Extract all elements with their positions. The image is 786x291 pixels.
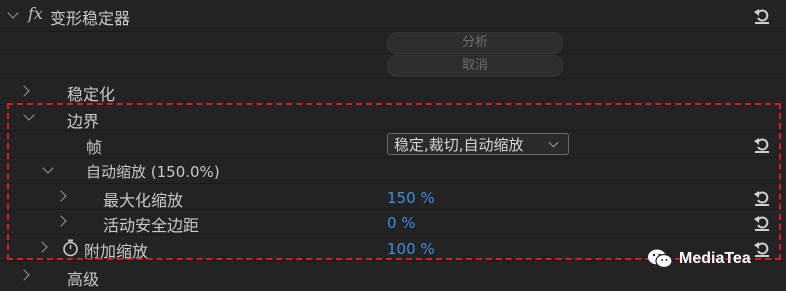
watermark: MediaTea <box>647 247 751 271</box>
borders-row[interactable]: 边界 <box>0 105 786 131</box>
additional-scale-value[interactable]: 100 % <box>387 240 435 258</box>
additional-scale-label: 附加缩放 <box>84 242 149 261</box>
frame-select[interactable]: 稳定,裁切,自动缩放 <box>387 133 569 155</box>
safe-margin-value[interactable]: 0 % <box>387 214 416 232</box>
effect-title: 变形稳定器 <box>50 9 131 28</box>
max-scale-value[interactable]: 150 % <box>387 189 435 207</box>
stabilization-row[interactable]: 稳定化 <box>0 78 786 105</box>
reset-icon[interactable] <box>752 5 772 25</box>
frame-label: 帧 <box>86 138 103 157</box>
auto-scale-row[interactable]: 自动缩放 (150.0%) <box>0 158 786 184</box>
fx-icon[interactable]: fx <box>28 4 43 23</box>
chevron-down-icon[interactable] <box>42 162 54 174</box>
stabilization-label: 稳定化 <box>67 85 116 104</box>
max-scale-row: 最大化缩放 150 % <box>0 184 786 210</box>
reset-icon[interactable] <box>752 187 772 207</box>
chevron-down-icon[interactable] <box>23 109 35 121</box>
chevron-right-icon[interactable] <box>55 215 67 227</box>
max-scale-label: 最大化缩放 <box>103 191 184 210</box>
analyze-row: 分析 <box>0 32 786 54</box>
advanced-label: 高级 <box>67 270 100 289</box>
analyze-button[interactable]: 分析 <box>387 32 563 54</box>
stopwatch-icon[interactable] <box>62 239 79 257</box>
borders-label: 边界 <box>67 112 100 131</box>
chevron-right-icon[interactable] <box>55 190 67 202</box>
chevron-down-icon <box>548 137 559 148</box>
frame-row: 帧 稳定,裁切,自动缩放 <box>0 131 786 158</box>
safe-margin-row: 活动安全边距 0 % <box>0 210 786 235</box>
safe-margin-label: 活动安全边距 <box>103 216 200 235</box>
chevron-right-icon[interactable] <box>18 85 30 97</box>
cancel-row: 取消 <box>0 54 786 78</box>
reset-icon[interactable] <box>752 134 772 154</box>
chevron-right-icon[interactable] <box>36 241 48 253</box>
reset-icon[interactable] <box>752 238 772 258</box>
wechat-icon <box>648 249 673 269</box>
reset-icon[interactable] <box>752 212 772 232</box>
frame-select-value: 稳定,裁切,自动缩放 <box>394 136 524 154</box>
chevron-down-icon[interactable] <box>7 7 19 19</box>
effect-header-row[interactable]: fx 变形稳定器 <box>0 0 786 32</box>
cancel-button[interactable]: 取消 <box>387 55 563 77</box>
auto-scale-label: 自动缩放 (150.0%) <box>86 163 220 181</box>
watermark-text: MediaTea <box>679 250 751 267</box>
chevron-right-icon[interactable] <box>18 269 30 281</box>
